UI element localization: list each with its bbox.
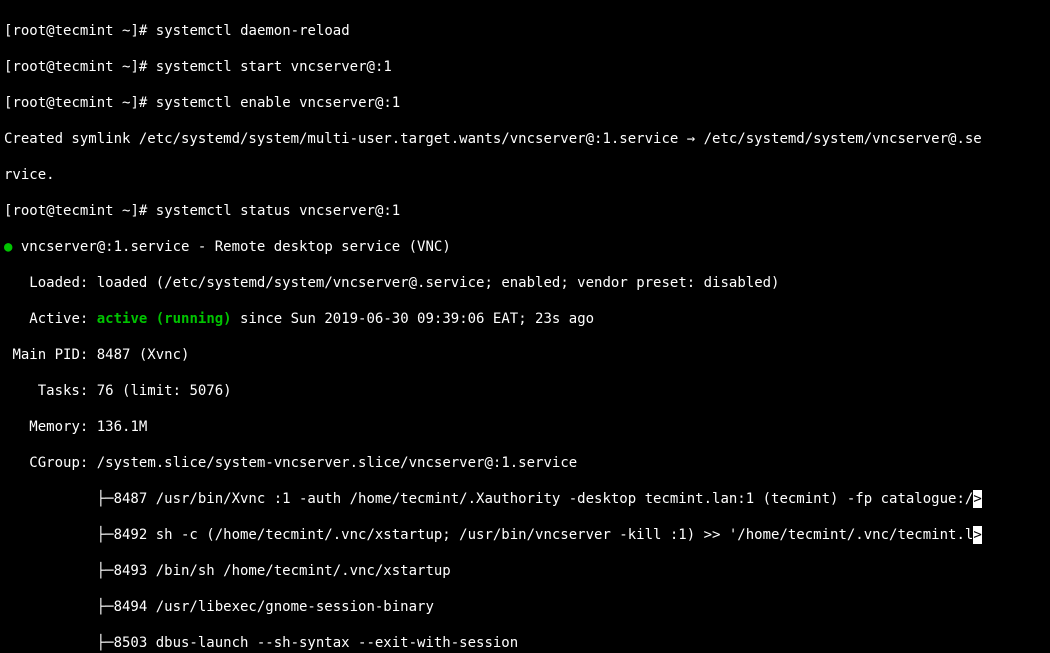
- prompt-line: [root@tecmint ~]# systemctl start vncser…: [4, 58, 1046, 76]
- command-text: systemctl start vncserver@:1: [156, 59, 392, 75]
- status-memory: Memory: 136.1M: [4, 418, 1046, 436]
- prompt-line: [root@tecmint ~]# systemctl daemon-reloa…: [4, 22, 1046, 40]
- prompt-line: [root@tecmint ~]# systemctl enable vncse…: [4, 94, 1046, 112]
- terminal-output[interactable]: [root@tecmint ~]# systemctl daemon-reloa…: [0, 0, 1050, 653]
- command-text: systemctl status vncserver@:1: [156, 203, 400, 219]
- active-state: active (running): [97, 311, 232, 327]
- process-line: ├─8487 /usr/bin/Xvnc :1 -auth /home/tecm…: [4, 490, 1046, 508]
- truncation-marker-icon: >: [973, 526, 981, 544]
- truncation-marker-icon: >: [973, 490, 981, 508]
- output-text: Created symlink /etc/systemd/system/mult…: [4, 130, 1046, 148]
- process-line: ├─8494 /usr/libexec/gnome-session-binary: [4, 598, 1046, 616]
- status-mainpid: Main PID: 8487 (Xvnc): [4, 346, 1046, 364]
- status-cgroup: CGroup: /system.slice/system-vncserver.s…: [4, 454, 1046, 472]
- prompt-line: [root@tecmint ~]# systemctl status vncse…: [4, 202, 1046, 220]
- status-dot-icon: ●: [4, 239, 12, 255]
- process-line: ├─8503 dbus-launch --sh-syntax --exit-wi…: [4, 634, 1046, 652]
- status-loaded: Loaded: loaded (/etc/systemd/system/vncs…: [4, 274, 1046, 292]
- command-text: systemctl daemon-reload: [156, 23, 350, 39]
- unit-header: ● vncserver@:1.service - Remote desktop …: [4, 238, 1046, 256]
- status-active: Active: active (running) since Sun 2019-…: [4, 310, 1046, 328]
- status-tasks: Tasks: 76 (limit: 5076): [4, 382, 1046, 400]
- command-text: systemctl enable vncserver@:1: [156, 95, 400, 111]
- process-line: ├─8493 /bin/sh /home/tecmint/.vnc/xstart…: [4, 562, 1046, 580]
- process-line: ├─8492 sh -c (/home/tecmint/.vnc/xstartu…: [4, 526, 1046, 544]
- output-text: rvice.: [4, 166, 1046, 184]
